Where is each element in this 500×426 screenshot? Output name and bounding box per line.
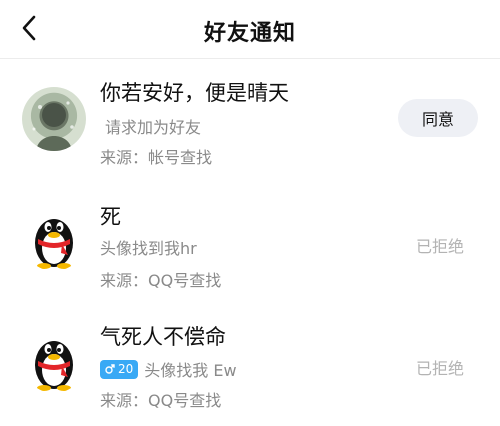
request-source: 来源：帐号查找 <box>100 148 213 167</box>
avatar[interactable] <box>22 329 86 393</box>
requester-name: 你若安好，便是晴天 <box>100 81 289 105</box>
avatar[interactable] <box>22 207 86 271</box>
avatar[interactable] <box>22 87 86 151</box>
requester-name: 死 <box>100 205 121 229</box>
request-message: 头像找到我hr <box>100 235 197 259</box>
friend-request-item: 你若安好，便是晴天 请求加为好友 来源：帐号查找 同意 <box>0 59 500 187</box>
request-source: 来源：QQ号查找 <box>100 271 222 290</box>
request-message-text: 头像找我 Ew <box>144 361 237 380</box>
request-message: 请求加为好友 <box>105 114 201 138</box>
qq-penguin-icon <box>35 219 73 269</box>
rejected-status: 已拒绝 <box>415 237 464 256</box>
request-message-text: 请求加为好友 <box>105 118 202 137</box>
request-message: 20 头像找我 Ew <box>100 357 237 381</box>
agree-button[interactable]: 同意 <box>398 99 478 137</box>
profile-photo-icon <box>32 101 74 151</box>
requester-name: 气死人不偿命 <box>100 325 226 349</box>
male-symbol-icon <box>105 364 115 374</box>
rejected-status: 已拒绝 <box>415 359 464 378</box>
request-source: 来源：QQ号查找 <box>100 391 222 410</box>
header-bar: 好友通知 <box>0 0 500 59</box>
friend-request-item: 死 头像找到我hr 来源：QQ号查找 已拒绝 <box>0 187 500 307</box>
friend-request-item: 气死人不偿命 20 头像找我 Ew 来源：QQ号查找 已拒绝 <box>0 307 500 426</box>
page-title: 好友通知 <box>203 21 296 46</box>
qq-penguin-icon <box>35 341 73 391</box>
age-text: 20 <box>118 362 134 376</box>
gender-age-badge: 20 <box>100 359 139 379</box>
request-message-text: 头像找到我hr <box>100 239 197 258</box>
